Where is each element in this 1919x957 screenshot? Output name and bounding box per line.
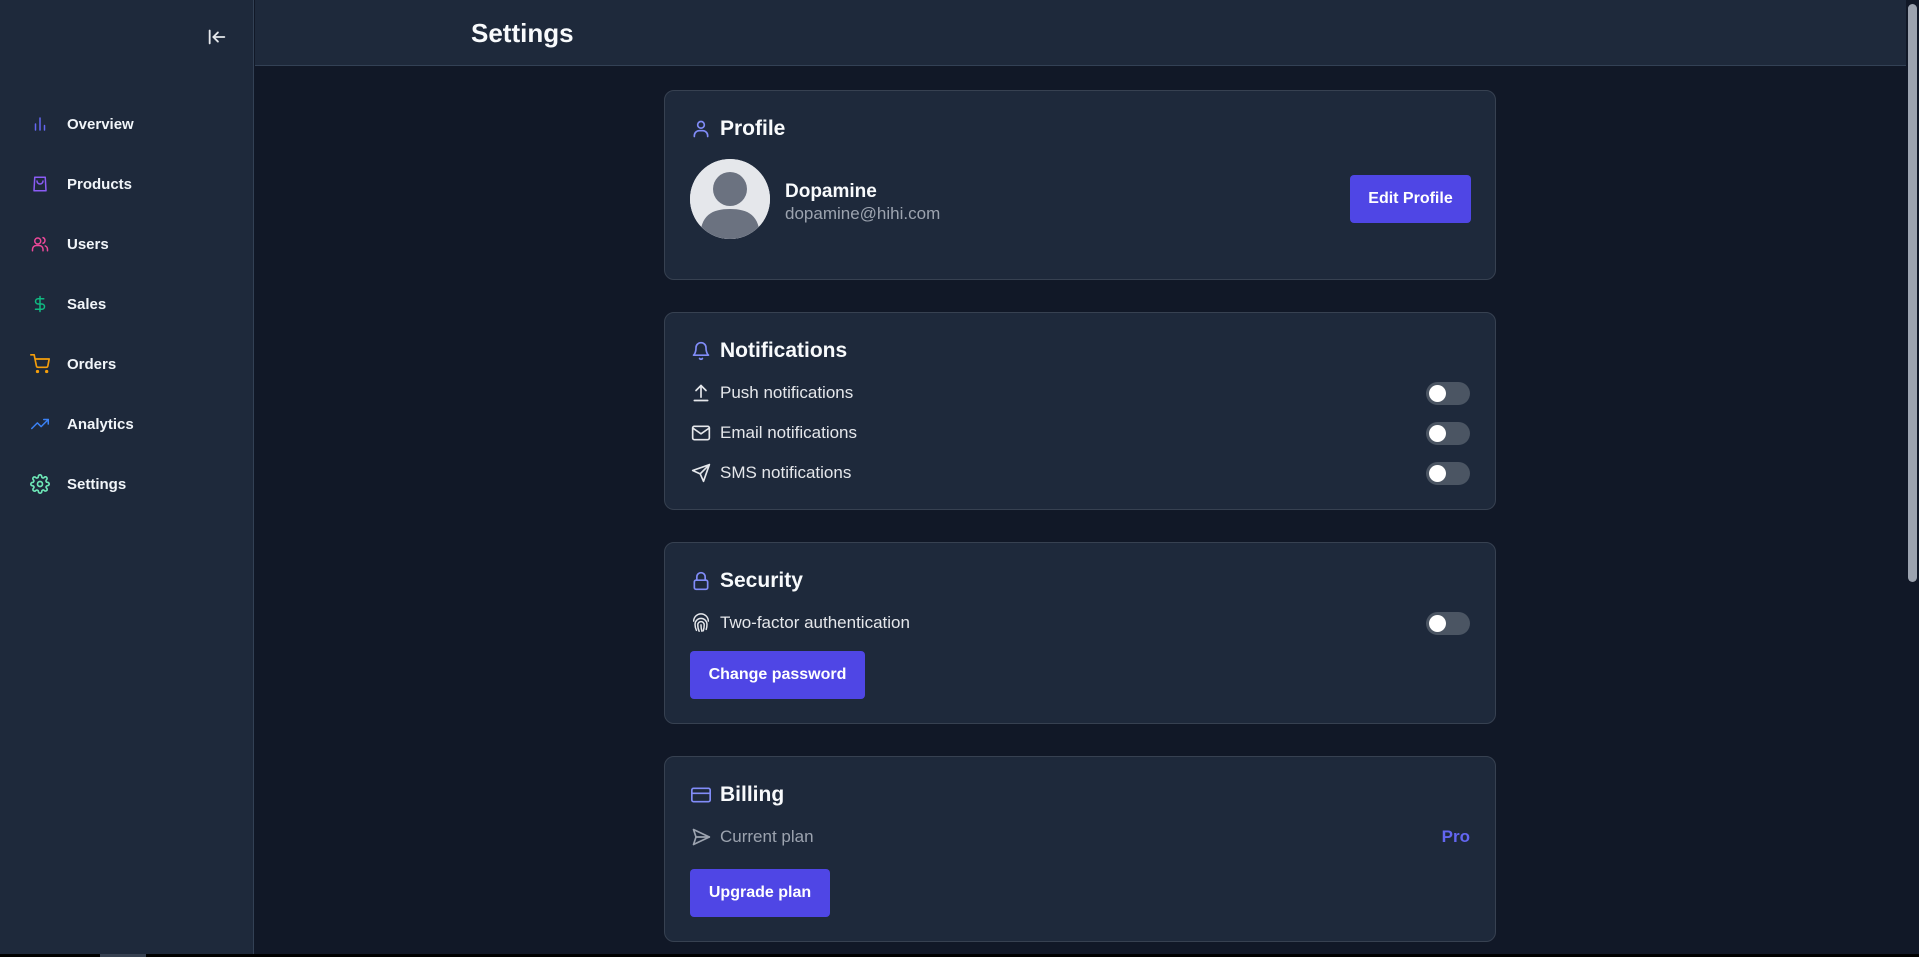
- send-icon: [690, 462, 712, 484]
- users-icon: [30, 234, 50, 254]
- sidebar-item-users[interactable]: Users: [0, 214, 254, 274]
- sidebar: Overview Products Users Sales Orders Ana…: [0, 0, 254, 954]
- user-icon: [690, 118, 712, 140]
- email-notifications-label: Email notifications: [720, 423, 858, 442]
- sms-notifications-row: SMS notifications: [690, 458, 1470, 488]
- profile-card: Profile Dopamine dopamine@hihi.com Edit …: [664, 90, 1496, 280]
- profile-card-header: Profile: [690, 117, 785, 141]
- upload-icon: [690, 382, 712, 404]
- shopping-cart-icon: [30, 354, 50, 374]
- lock-icon: [690, 570, 712, 592]
- sidebar-nav: Overview Products Users Sales Orders Ana…: [0, 94, 254, 514]
- sidebar-item-label: Analytics: [67, 415, 134, 433]
- security-card: Security Two-factor authentication Chang…: [664, 542, 1496, 724]
- sidebar-item-label: Users: [67, 235, 109, 253]
- toggle-knob: [1429, 615, 1446, 632]
- profile-card-title: Profile: [720, 117, 786, 140]
- current-plan-row: Current plan Pro: [690, 822, 1470, 852]
- toggle-knob: [1429, 425, 1446, 442]
- notifications-card: Notifications Push notifications Email n…: [664, 312, 1496, 510]
- notifications-card-header: Notifications: [690, 339, 847, 363]
- toggle-knob: [1429, 465, 1446, 482]
- billing-card: Billing Current plan Pro Upgrade plan: [664, 756, 1496, 942]
- mail-icon: [690, 422, 712, 444]
- dollar-icon: [30, 294, 50, 314]
- sidebar-item-label: Products: [67, 175, 133, 193]
- send-icon: [690, 826, 712, 848]
- avatar: [690, 159, 770, 239]
- upgrade-plan-button[interactable]: Upgrade plan: [690, 869, 830, 917]
- two-factor-label: Two-factor authentication: [720, 613, 910, 632]
- sidebar-item-overview[interactable]: Overview: [0, 94, 254, 154]
- notifications-card-title: Notifications: [720, 339, 848, 362]
- profile-name: Dopamine: [785, 181, 877, 202]
- bar-chart-icon: [30, 114, 50, 134]
- settings-icon: [30, 474, 50, 494]
- top-header: Settings: [255, 0, 1906, 66]
- sidebar-item-label: Overview: [67, 115, 134, 133]
- profile-email: dopamine@hihi.com: [785, 204, 941, 223]
- sms-notifications-toggle[interactable]: [1426, 462, 1470, 485]
- bell-icon: [690, 340, 712, 362]
- sidebar-item-label: Sales: [67, 295, 107, 313]
- push-notifications-row: Push notifications: [690, 378, 1470, 408]
- two-factor-row: Two-factor authentication: [690, 608, 1470, 638]
- security-card-header: Security: [690, 569, 803, 593]
- trending-up-icon: [30, 414, 50, 434]
- sidebar-item-sales[interactable]: Sales: [0, 274, 254, 334]
- credit-card-icon: [690, 784, 712, 806]
- toggle-knob: [1429, 385, 1446, 402]
- sidebar-item-label: Settings: [67, 475, 127, 493]
- edit-profile-button[interactable]: Edit Profile: [1350, 175, 1471, 223]
- scrollbar-thumb[interactable]: [1908, 4, 1917, 582]
- collapse-left-icon: [208, 29, 226, 45]
- email-notifications-row: Email notifications: [690, 418, 1470, 448]
- sms-notifications-label: SMS notifications: [720, 463, 852, 482]
- two-factor-toggle[interactable]: [1426, 612, 1470, 635]
- sidebar-item-settings[interactable]: Settings: [0, 454, 254, 514]
- app-root: Overview Products Users Sales Orders Ana…: [0, 0, 1919, 957]
- email-notifications-toggle[interactable]: [1426, 422, 1470, 445]
- fingerprint-icon: [690, 612, 712, 634]
- collapse-sidebar-button[interactable]: [204, 24, 230, 50]
- sidebar-item-label: Orders: [67, 355, 117, 373]
- billing-card-title: Billing: [720, 783, 785, 806]
- change-password-button[interactable]: Change password: [690, 651, 865, 699]
- current-plan-value: Pro: [1441, 827, 1470, 846]
- current-plan-label: Current plan: [720, 827, 814, 846]
- shopping-bag-icon: [30, 174, 50, 194]
- push-notifications-toggle[interactable]: [1426, 382, 1470, 405]
- push-notifications-label: Push notifications: [720, 383, 854, 402]
- sidebar-item-orders[interactable]: Orders: [0, 334, 254, 394]
- billing-card-header: Billing: [690, 783, 784, 807]
- sidebar-item-products[interactable]: Products: [0, 154, 254, 214]
- security-card-title: Security: [720, 569, 803, 592]
- sidebar-item-analytics[interactable]: Analytics: [0, 394, 254, 454]
- page-title: Settings: [471, 18, 574, 48]
